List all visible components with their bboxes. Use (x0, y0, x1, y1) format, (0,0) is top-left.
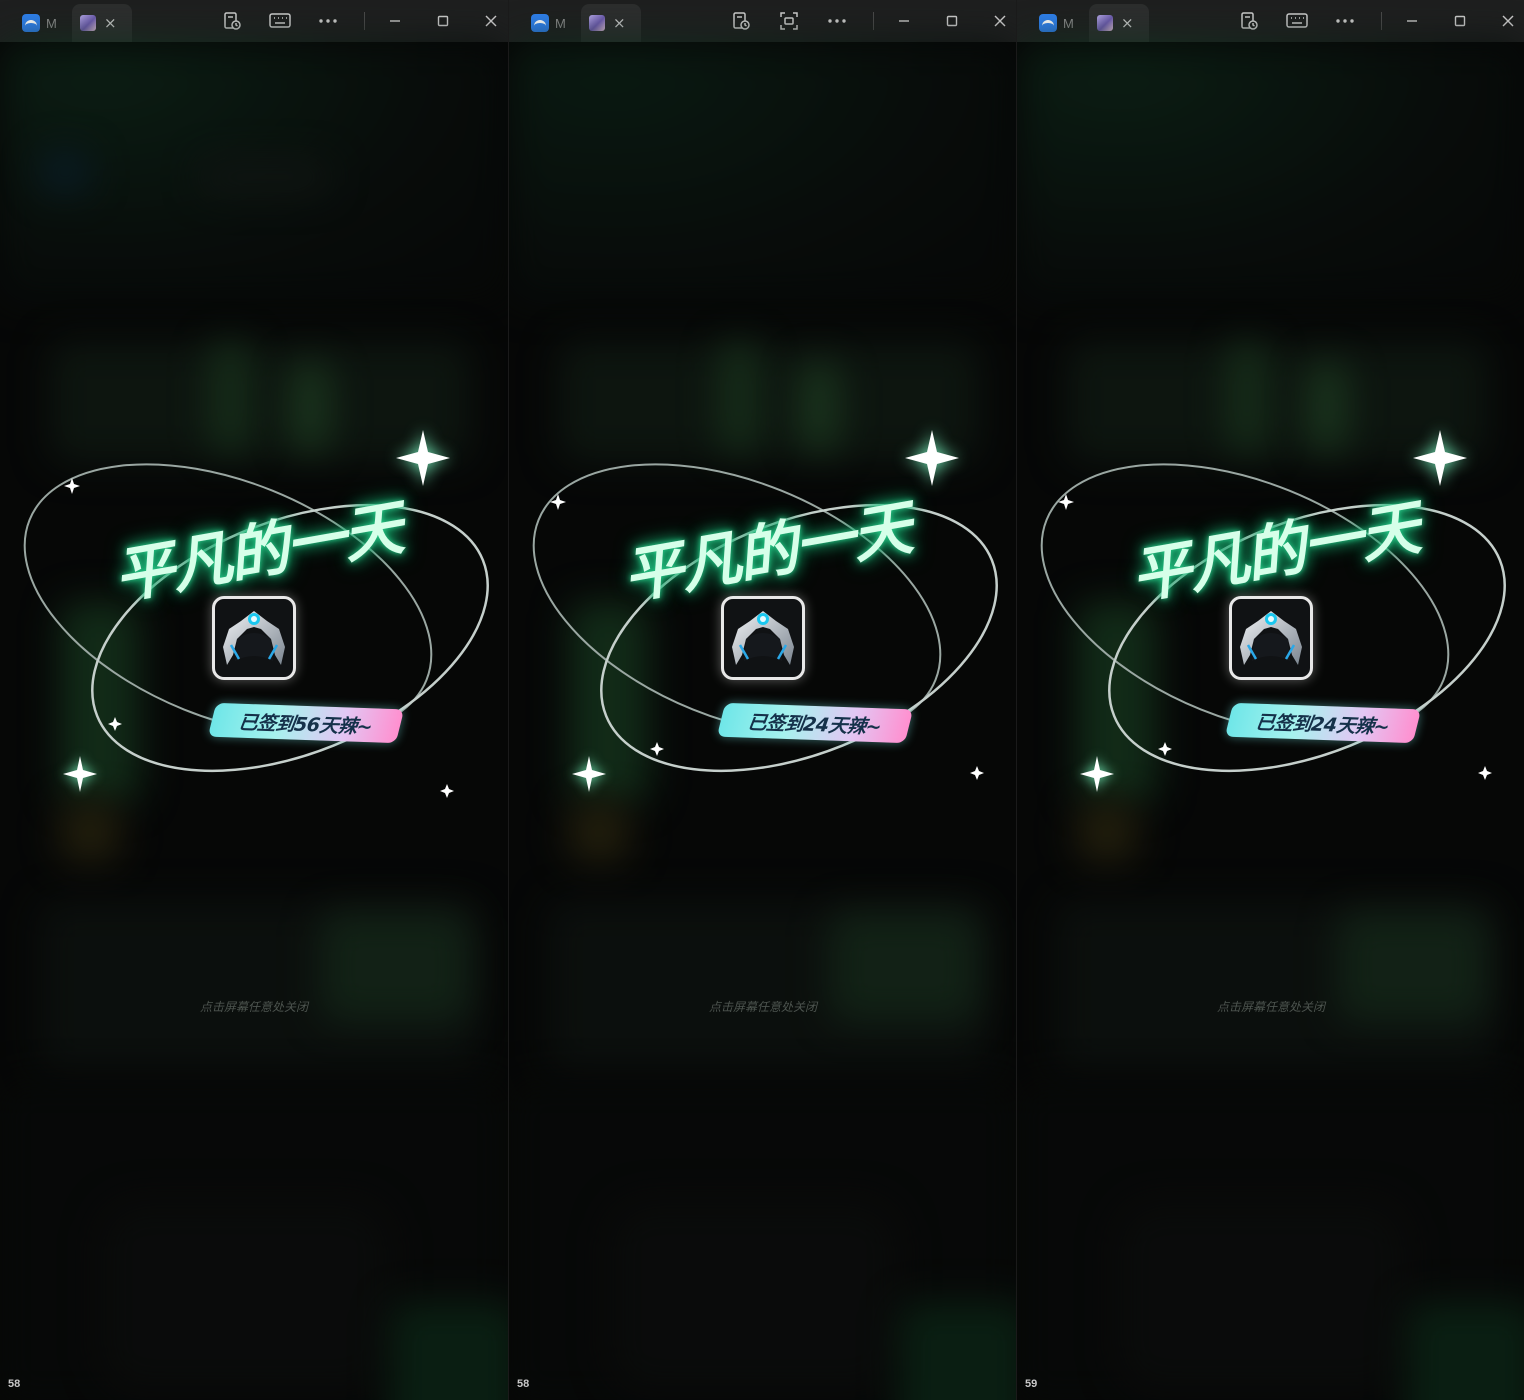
close-hint: 点击屏幕任意处关闭 (199, 1000, 308, 1014)
minimize-button[interactable] (892, 9, 916, 33)
history-icon[interactable] (1237, 9, 1261, 33)
history-icon[interactable] (220, 9, 244, 33)
minimize-button[interactable] (1400, 9, 1424, 33)
title-bar: M × (1017, 0, 1524, 42)
title-bar: M × (509, 0, 1016, 42)
toolbar (1237, 0, 1524, 42)
app-logo-icon (22, 14, 40, 32)
reward-badge-icon (721, 596, 805, 680)
frame-number: 58 (8, 1378, 21, 1390)
tab-app-label: M (1063, 15, 1074, 31)
tab-thumbnail-icon (80, 15, 96, 31)
tab-active[interactable]: × (72, 4, 132, 42)
tab-close-button[interactable]: × (613, 15, 626, 31)
reward-badge-icon (212, 596, 296, 680)
keyboard-icon[interactable] (268, 9, 292, 33)
tab-app[interactable]: M (1031, 4, 1083, 42)
frame-number: 58 (517, 1378, 530, 1390)
window-panel-3: M × 平凡的一天 已签到24天辣~ 点击屏幕任意处关闭 59 (1016, 0, 1524, 1400)
checkin-pill: 已签到24天辣~ (716, 702, 914, 744)
tab-active[interactable]: × (581, 4, 641, 42)
checkin-text: 已签到24天辣~ (1254, 711, 1391, 738)
window-panel-1: M × 平凡的一天 已签到56天辣~ 点击屏幕任意处关闭 58 (0, 0, 508, 1400)
checkin-text: 已签到24天辣~ (746, 711, 883, 738)
window-panel-2: M × 平凡的一天 已签到24天辣~ 点击屏幕任意处关闭 58 (508, 0, 1016, 1400)
tab-active[interactable]: × (1089, 4, 1149, 42)
reward-badge-icon (1229, 596, 1313, 680)
tab-close-button[interactable]: × (104, 15, 117, 31)
checkin-pill: 已签到24天辣~ (1224, 702, 1422, 744)
maximize-button[interactable] (940, 9, 964, 33)
tab-app-label: M (555, 15, 566, 31)
tab-thumbnail-icon (589, 15, 605, 31)
minimize-button[interactable] (383, 9, 407, 33)
close-hint: 点击屏幕任意处关闭 (1216, 1000, 1325, 1014)
tab-thumbnail-icon (1097, 15, 1113, 31)
maximize-button[interactable] (431, 9, 455, 33)
keyboard-icon[interactable] (1285, 9, 1309, 33)
close-window-button[interactable] (988, 9, 1012, 33)
tab-app[interactable]: M (523, 4, 575, 42)
toolbar (729, 0, 1016, 42)
history-icon[interactable] (729, 9, 753, 33)
more-icon[interactable] (1333, 9, 1357, 33)
checkin-pill: 已签到56天辣~ (207, 702, 405, 744)
toolbar-divider (873, 12, 874, 30)
close-hint: 点击屏幕任意处关闭 (708, 1000, 817, 1014)
panels: M × 平凡的一天 已签到56天辣~ 点击屏幕任意处关闭 58 M × 平凡的一… (0, 0, 1524, 1400)
tab-app[interactable]: M (14, 4, 66, 42)
more-icon[interactable] (825, 9, 849, 33)
tab-app-label: M (46, 15, 57, 31)
checkin-text: 已签到56天辣~ (237, 711, 374, 738)
toolbar-divider (364, 12, 365, 30)
maximize-button[interactable] (1448, 9, 1472, 33)
toolbar (220, 0, 508, 42)
close-window-button[interactable] (1496, 9, 1520, 33)
app-logo-icon (1039, 14, 1057, 32)
screen-capture-icon[interactable] (777, 9, 801, 33)
title-bar: M × (0, 0, 508, 42)
toolbar-divider (1381, 12, 1382, 30)
more-icon[interactable] (316, 9, 340, 33)
frame-number: 59 (1025, 1378, 1038, 1390)
app-logo-icon (531, 14, 549, 32)
tab-close-button[interactable]: × (1121, 15, 1134, 31)
close-window-button[interactable] (479, 9, 503, 33)
